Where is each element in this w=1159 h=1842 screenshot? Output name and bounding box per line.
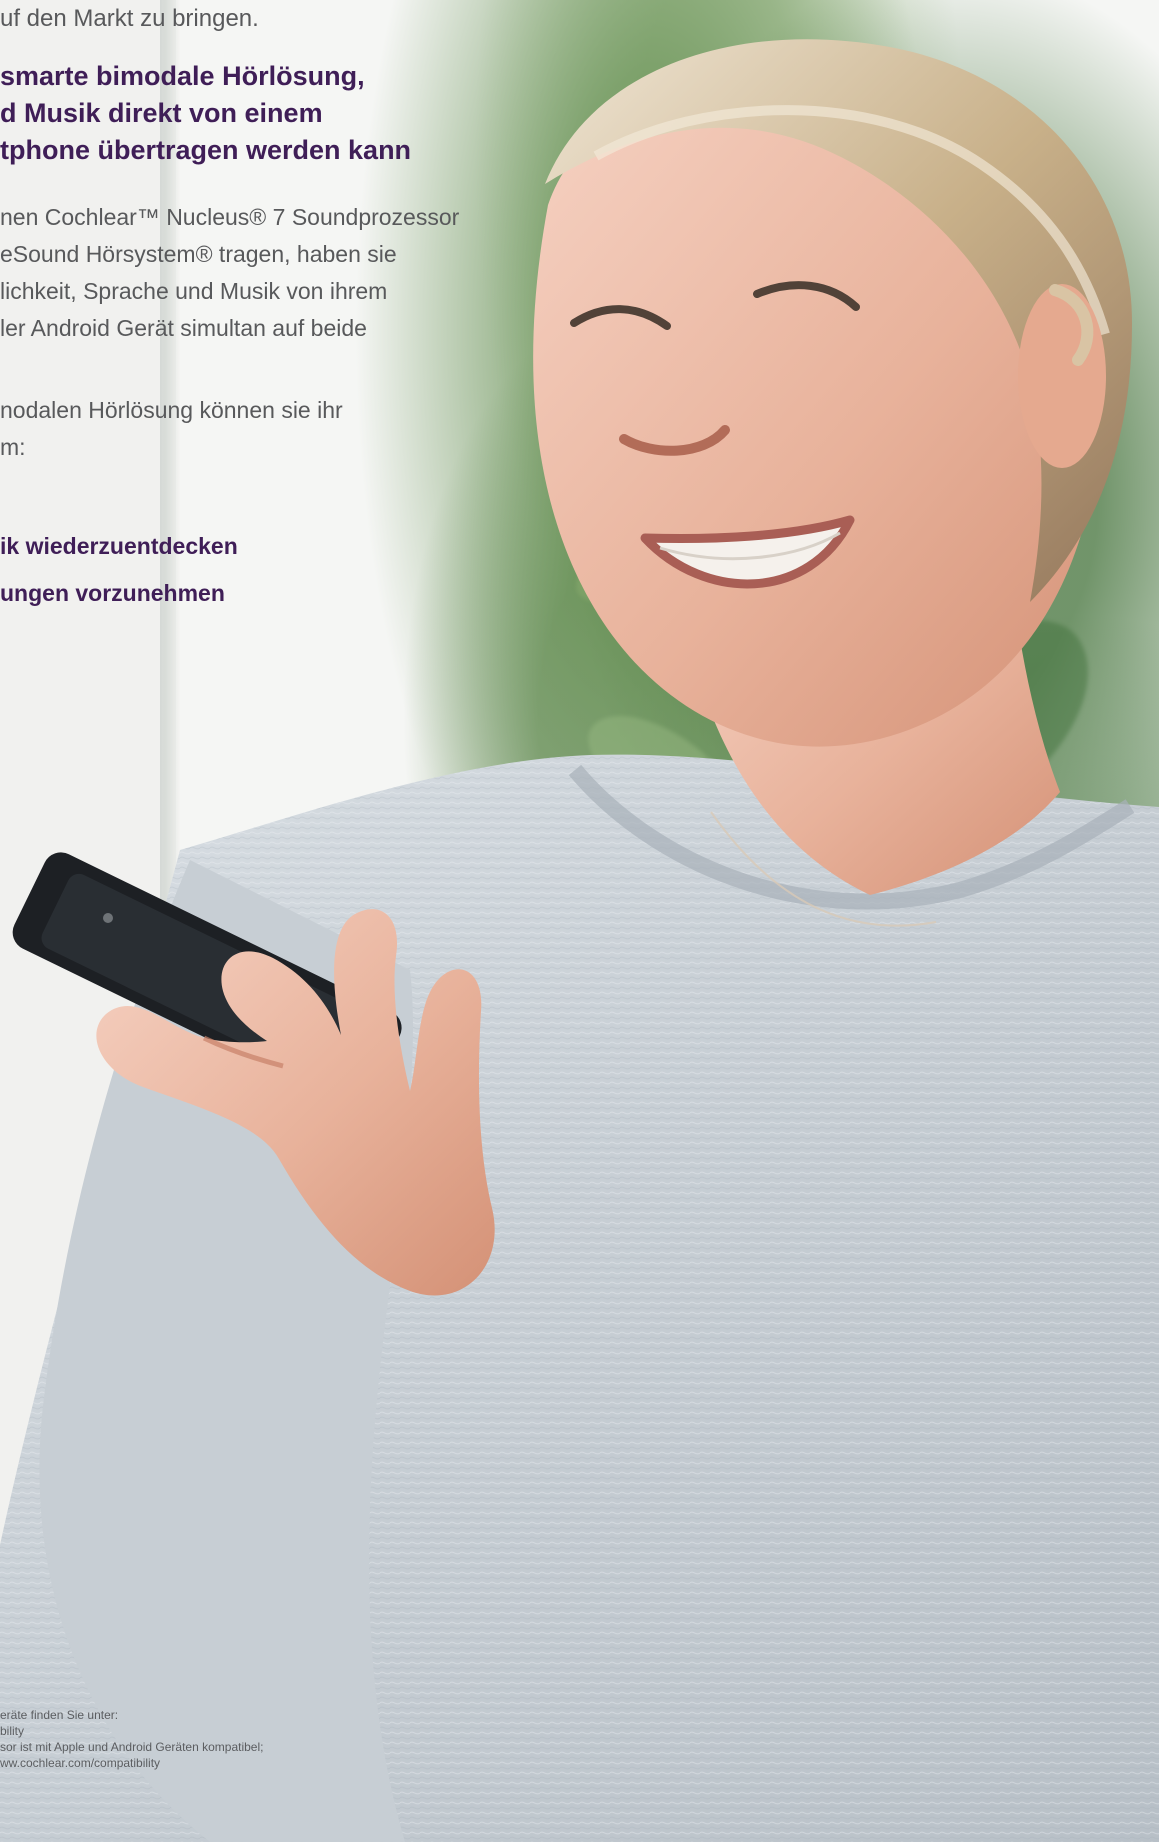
bullet-item: ik wiederzuentdecken [0, 533, 238, 559]
bullet-item: ungen vorzunehmen [0, 580, 225, 606]
paragraph-2: nodalen Hörlösung können sie ihr m: [0, 397, 343, 460]
headline: smarte bimodale Hörlösung, d Musik direk… [0, 61, 412, 165]
brochure-page: uf den Markt zu bringen. smarte bimodale… [0, 0, 1159, 1842]
footnotes: eräte finden Sie unter: bility sor ist m… [0, 1708, 264, 1770]
paragraph-1: nen Cochlear™ Nucleus® 7 Soundprozessor … [0, 204, 460, 341]
intro-line: uf den Markt zu bringen. [0, 5, 259, 32]
ear [1018, 284, 1106, 468]
